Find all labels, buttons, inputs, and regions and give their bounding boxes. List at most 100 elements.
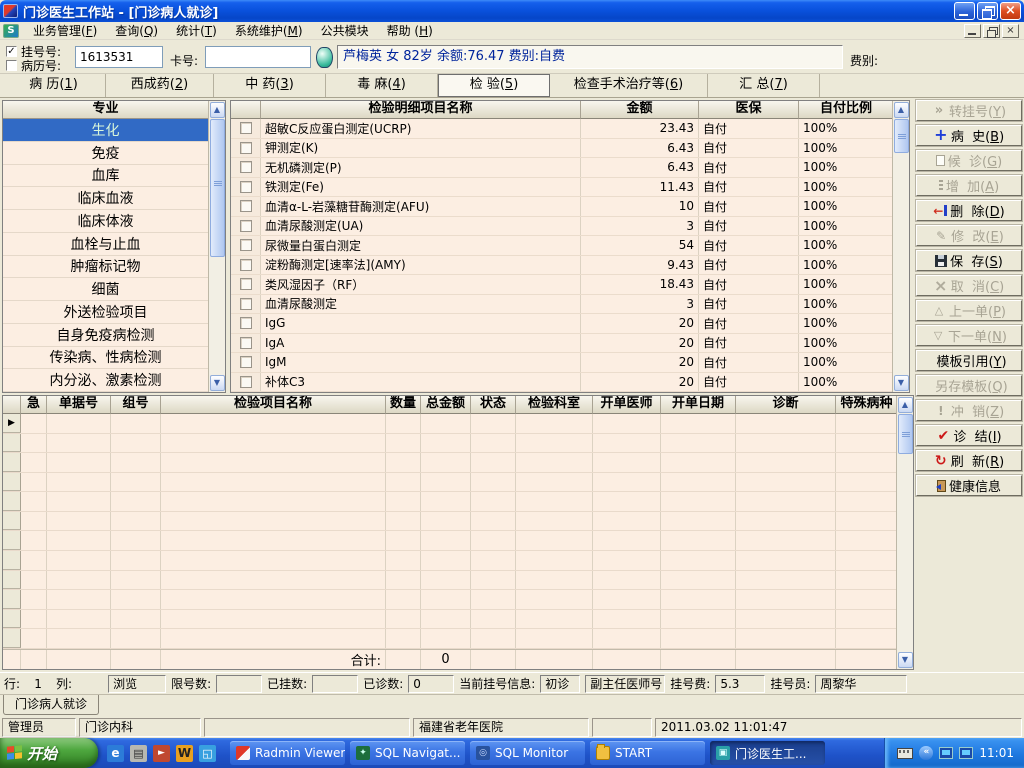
- task-button[interactable]: Radmin Viewer: [230, 741, 345, 765]
- input-method-icon[interactable]: [897, 747, 914, 759]
- task-button[interactable]: 门诊医生工...: [710, 741, 825, 765]
- row-checkbox-cell[interactable]: [231, 119, 261, 138]
- row-checkbox-cell[interactable]: [231, 294, 261, 313]
- row-selector-cell[interactable]: [3, 590, 21, 609]
- order-row[interactable]: [3, 531, 896, 552]
- minimize-button[interactable]: [954, 2, 975, 20]
- row-selector-cell[interactable]: [3, 472, 21, 492]
- order-row[interactable]: [3, 472, 896, 493]
- column-header[interactable]: 检验科室: [516, 396, 593, 414]
- checkbox-icon[interactable]: [239, 278, 252, 291]
- column-header[interactable]: 开单日期: [661, 396, 736, 414]
- main-grid-scrollbar[interactable]: ▲ ▼: [892, 101, 909, 392]
- column-header[interactable]: [3, 396, 21, 414]
- menu-item[interactable]: 公共模块: [312, 20, 378, 41]
- checkbox-icon[interactable]: [239, 317, 252, 330]
- order-row[interactable]: [3, 609, 896, 630]
- registration-number-input[interactable]: [75, 46, 163, 68]
- cancel-button[interactable]: 取 消(C): [915, 274, 1023, 297]
- specialty-item[interactable]: 血栓与止血: [3, 233, 208, 256]
- save-template-button[interactable]: 另存模板(Q): [915, 374, 1023, 397]
- row-checkbox-cell[interactable]: [231, 138, 261, 157]
- add-button[interactable]: 增 加(A): [915, 174, 1023, 197]
- scroll-up-icon[interactable]: ▲: [209, 102, 225, 118]
- task-button[interactable]: SQL Monitor: [470, 741, 585, 765]
- save-button[interactable]: 保 存(S): [915, 249, 1023, 272]
- lab-item-row[interactable]: IgA 20 自付 100%: [231, 333, 892, 353]
- show-desktop-icon[interactable]: [199, 744, 216, 762]
- tab-7[interactable]: 汇 总(7): [708, 74, 820, 97]
- column-header[interactable]: 总金额: [421, 396, 471, 414]
- row-checkbox-cell[interactable]: [231, 255, 261, 274]
- specialty-item[interactable]: 内分泌、激素检测: [3, 369, 208, 392]
- row-selector-cell[interactable]: [3, 531, 21, 551]
- lab-item-row[interactable]: 类风湿因子（RF） 18.43 自付 100%: [231, 275, 892, 295]
- record-no-checkbox[interactable]: [6, 60, 17, 71]
- order-row[interactable]: [3, 492, 896, 512]
- specialty-item[interactable]: 传染病、性病检测: [3, 347, 208, 370]
- column-header[interactable]: 医保: [699, 101, 799, 119]
- row-selector-cell[interactable]: [3, 551, 21, 570]
- task-button[interactable]: START: [590, 741, 705, 765]
- column-header[interactable]: 检验项目名称: [161, 396, 386, 414]
- delete-button[interactable]: 删 除(D): [915, 199, 1023, 222]
- menu-item[interactable]: 帮助 (H): [378, 20, 442, 41]
- column-header[interactable]: 状态: [471, 396, 516, 414]
- row-selector-cell[interactable]: ▶: [3, 414, 21, 433]
- checkbox-icon[interactable]: [239, 375, 252, 388]
- checkbox-icon[interactable]: [239, 180, 252, 193]
- specialty-item[interactable]: 生化: [3, 119, 208, 142]
- lab-item-row[interactable]: 补体C3 20 自付 100%: [231, 372, 892, 392]
- tab-6[interactable]: 检查手术治疗等(6): [550, 74, 708, 97]
- column-header[interactable]: 金额: [581, 101, 699, 119]
- diagnose-end-button[interactable]: 诊 结(I): [915, 424, 1023, 447]
- row-selector-cell[interactable]: [3, 511, 21, 531]
- column-header[interactable]: 急: [21, 396, 47, 414]
- transfer-reg-button[interactable]: 转挂号(Y): [915, 99, 1023, 122]
- order-row[interactable]: [3, 453, 896, 473]
- lab-item-row[interactable]: 尿微量白蛋白测定 54 自付 100%: [231, 236, 892, 256]
- order-row[interactable]: [3, 570, 896, 591]
- specialty-item[interactable]: 自身免疫病检测: [3, 324, 208, 347]
- order-row[interactable]: [3, 433, 896, 454]
- row-selector-cell[interactable]: [3, 433, 21, 453]
- column-header[interactable]: 诊断: [736, 396, 836, 414]
- mdi-minimize-button[interactable]: [964, 23, 981, 38]
- lab-item-row[interactable]: IgM 20 自付 100%: [231, 353, 892, 373]
- menu-item[interactable]: 系统维护(M): [226, 20, 312, 41]
- column-header[interactable]: 开单医师: [593, 396, 661, 414]
- specialty-item[interactable]: 免疫: [3, 142, 208, 165]
- row-selector-cell[interactable]: [3, 453, 21, 472]
- reverse-button[interactable]: 冲 销(Z): [915, 399, 1023, 422]
- checkbox-icon[interactable]: [239, 141, 252, 154]
- row-selector-cell[interactable]: [3, 609, 21, 629]
- refresh-button[interactable]: 刷 新(R): [915, 449, 1023, 472]
- doc-tab-outpatient[interactable]: 门诊病人就诊: [3, 695, 99, 715]
- row-checkbox-cell[interactable]: [231, 216, 261, 235]
- mdi-close-button[interactable]: ×: [1002, 23, 1019, 38]
- scroll-down-icon[interactable]: ▼: [209, 375, 225, 391]
- checkbox-icon[interactable]: [239, 239, 252, 252]
- order-row[interactable]: [3, 511, 896, 532]
- start-button[interactable]: 开始: [0, 738, 98, 768]
- checkbox-icon[interactable]: [239, 200, 252, 213]
- row-selector-cell[interactable]: [3, 570, 21, 590]
- specialty-scrollbar[interactable]: ▲ ▼: [208, 101, 225, 392]
- scroll-up-icon[interactable]: ▲: [893, 102, 909, 118]
- task-button[interactable]: SQL Navigat...: [350, 741, 465, 765]
- health-info-button[interactable]: 健康信息: [915, 474, 1023, 497]
- menu-item[interactable]: 统计(T): [167, 20, 226, 41]
- row-checkbox-cell[interactable]: [231, 314, 261, 333]
- specialty-item[interactable]: 肿瘤标记物: [3, 256, 208, 279]
- modify-button[interactable]: 修 改(E): [915, 224, 1023, 247]
- column-header[interactable]: 特殊病种: [836, 396, 896, 414]
- checkbox-icon[interactable]: [239, 258, 252, 271]
- restore-button[interactable]: [977, 2, 998, 20]
- specialty-item[interactable]: 临床血液: [3, 187, 208, 210]
- scroll-thumb[interactable]: [897, 414, 913, 454]
- mdi-restore-button[interactable]: [983, 23, 1000, 38]
- order-row[interactable]: [3, 551, 896, 571]
- column-header[interactable]: 检验明细项目名称: [261, 101, 581, 119]
- lab-item-row[interactable]: 淀粉酶测定[速率法](AMY) 9.43 自付 100%: [231, 255, 892, 275]
- menu-item[interactable]: 查询(Q): [106, 20, 167, 41]
